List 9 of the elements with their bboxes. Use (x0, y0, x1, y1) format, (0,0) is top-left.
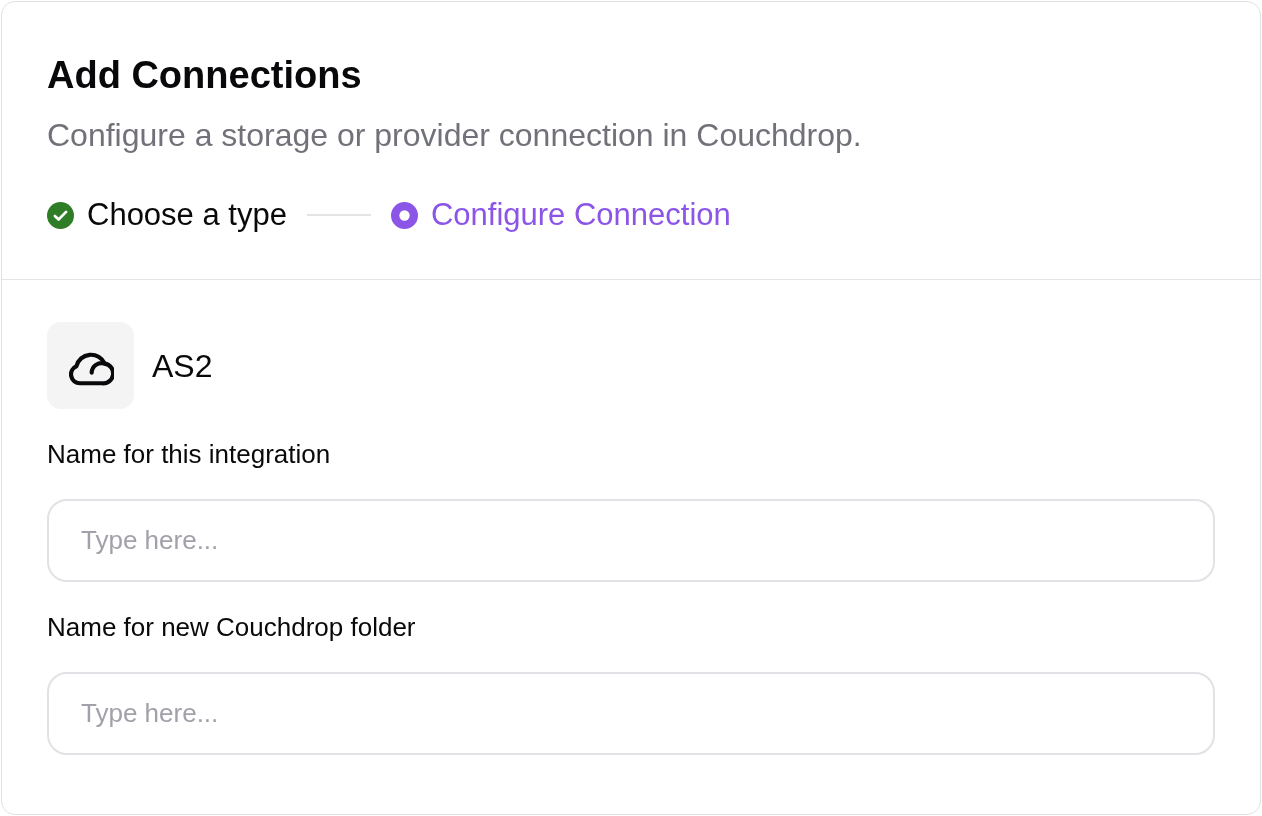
input-field[interactable]: Type here... (47, 672, 1215, 755)
dialog-subtitle: Configure a storage or provider connection in Couchdrop. (47, 116, 862, 155)
field-label: Name for this integration (47, 438, 332, 470)
step-label: Choose a type (87, 196, 287, 234)
input-field[interactable]: Type here... (47, 499, 1215, 582)
step-label: Configure Connection (430, 196, 731, 234)
dialog-title: Add Connections (47, 53, 362, 98)
provider-name: AS2 (152, 346, 213, 386)
field-label: Name for new Couchdrop folder (47, 611, 417, 643)
